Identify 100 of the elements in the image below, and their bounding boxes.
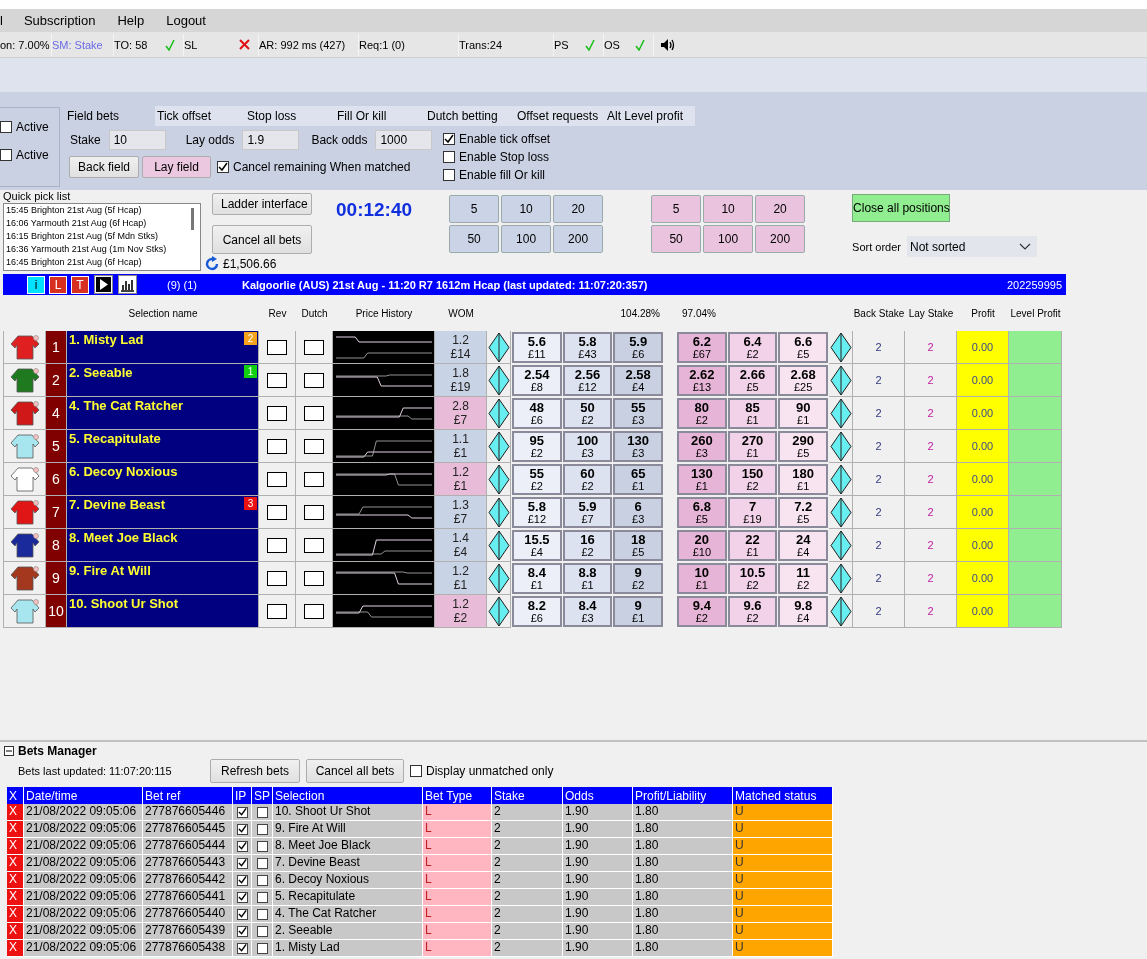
- back-stake-cell[interactable]: 2: [853, 463, 905, 496]
- rev-checkbox[interactable]: [267, 537, 287, 553]
- lay-stake-cell[interactable]: 2: [905, 463, 957, 496]
- unmatched-only-checkbox[interactable]: [410, 765, 422, 777]
- lay-price-cell[interactable]: 9.8 £4: [778, 596, 828, 627]
- collapse-icon[interactable]: [4, 746, 14, 756]
- chart-icon[interactable]: [118, 275, 137, 294]
- bets-action-button[interactable]: Cancel all bets: [306, 759, 404, 783]
- back-price-cell[interactable]: 18 £5: [613, 530, 663, 561]
- input-field[interactable]: 1000: [375, 130, 433, 150]
- runner-name[interactable]: 1. Misty Lad: [69, 332, 144, 347]
- lay-price-cell[interactable]: 6.2 £67: [677, 332, 727, 363]
- lay-price-cell[interactable]: 22 £1: [727, 530, 778, 561]
- active-checkbox[interactable]: [0, 121, 12, 133]
- diamond-icon[interactable]: [487, 331, 510, 363]
- race-list-item[interactable]: 16:36 Yarmouth 21st Aug (1m Nov Stks): [6, 243, 191, 256]
- menu-item[interactable]: Subscription: [23, 13, 118, 28]
- lay-price-cell[interactable]: 9.4 £2: [677, 596, 727, 627]
- cancel-bet-button[interactable]: X: [7, 821, 24, 838]
- lay-price-cell[interactable]: 2.66 £5: [727, 365, 778, 396]
- back-price-cell[interactable]: 9 £1: [613, 596, 663, 627]
- back-stake-cell[interactable]: 2: [853, 529, 905, 562]
- settings-tab[interactable]: Offset requests: [515, 106, 605, 126]
- cancel-all-bets-button[interactable]: Cancel all bets: [212, 225, 312, 254]
- back-price-cell[interactable]: 5.9 £6: [613, 332, 663, 363]
- cancel-bet-button[interactable]: X: [7, 940, 24, 957]
- back-stake-button[interactable]: 50: [449, 225, 500, 253]
- diamond-icon[interactable]: [829, 496, 852, 528]
- ip-checkbox[interactable]: [236, 840, 248, 852]
- dutch-checkbox[interactable]: [304, 372, 324, 388]
- rev-checkbox[interactable]: [267, 504, 287, 520]
- back-stake-button[interactable]: 200: [553, 225, 604, 253]
- cancel-bet-button[interactable]: X: [7, 906, 24, 923]
- race-list-item[interactable]: 16:15 Brighton 21st Aug (5f Mdn Stks): [6, 230, 191, 243]
- runner-name[interactable]: 2. Seeable: [69, 365, 133, 380]
- dutch-checkbox[interactable]: [304, 471, 324, 487]
- back-price-cell[interactable]: 100 £3: [562, 431, 613, 462]
- runner-name[interactable]: 10. Shoot Ur Shot: [69, 596, 179, 611]
- option-checkbox[interactable]: [443, 133, 455, 145]
- rev-checkbox[interactable]: [267, 471, 287, 487]
- diamond-icon[interactable]: [829, 595, 852, 627]
- cancel-remaining-checkbox[interactable]: [217, 161, 230, 173]
- rev-checkbox[interactable]: [267, 372, 287, 388]
- lay-price-cell[interactable]: 290 £5: [778, 431, 828, 462]
- diamond-icon[interactable]: [487, 397, 510, 429]
- caret-icon[interactable]: [1019, 242, 1031, 251]
- sp-checkbox[interactable]: [256, 908, 268, 920]
- back-price-cell[interactable]: 95 £2: [512, 431, 562, 462]
- lay-price-cell[interactable]: 9.6 £2: [727, 596, 778, 627]
- dutch-checkbox[interactable]: [304, 504, 324, 520]
- sp-checkbox[interactable]: [256, 857, 268, 869]
- lay-price-cell[interactable]: 7.2 £5: [778, 497, 828, 528]
- lay-price-cell[interactable]: 130 £1: [677, 464, 727, 495]
- back-stake-cell[interactable]: 2: [853, 397, 905, 430]
- back-price-cell[interactable]: 8.8 £1: [562, 563, 613, 594]
- settings-tab[interactable]: Dutch betting: [425, 106, 515, 126]
- runner-name-cell[interactable]: 4. The Cat Ratcher: [67, 397, 259, 430]
- menu-item[interactable]: Logout: [166, 13, 215, 28]
- runner-name-cell[interactable]: 10. Shoot Ur Shot: [67, 595, 259, 628]
- back-price-cell[interactable]: 65 £1: [613, 464, 663, 495]
- rev-checkbox[interactable]: [267, 570, 287, 586]
- menu-item[interactable]: Help: [117, 13, 167, 28]
- lay-stake-button[interactable]: 200: [755, 225, 806, 253]
- dutch-checkbox[interactable]: [304, 438, 324, 454]
- back-stake-button[interactable]: 100: [501, 225, 552, 253]
- runner-name[interactable]: 5. Recapitulate: [69, 431, 161, 446]
- sp-checkbox[interactable]: [256, 806, 268, 818]
- input-field[interactable]: 1.9: [242, 130, 300, 150]
- ip-checkbox[interactable]: [236, 857, 248, 869]
- dutch-checkbox[interactable]: [304, 405, 324, 421]
- lay-stake-cell[interactable]: 2: [905, 529, 957, 562]
- lay-price-cell[interactable]: 260 £3: [677, 431, 727, 462]
- lay-price-cell[interactable]: 10.5 £2: [727, 563, 778, 594]
- lay-stake-cell[interactable]: 2: [905, 331, 957, 364]
- rev-checkbox[interactable]: [267, 405, 287, 421]
- tool-button[interactable]: L: [49, 275, 67, 294]
- lay-price-cell[interactable]: 24 £4: [778, 530, 828, 561]
- back-stake-cell[interactable]: 2: [853, 364, 905, 397]
- back-price-cell[interactable]: 2.58 £4: [613, 365, 663, 396]
- back-price-cell[interactable]: 9 £2: [613, 563, 663, 594]
- active-checkbox[interactable]: [0, 149, 12, 161]
- lay-price-cell[interactable]: 85 £1: [727, 398, 778, 429]
- sp-checkbox[interactable]: [256, 925, 268, 937]
- sp-checkbox[interactable]: [256, 874, 268, 886]
- lay-price-cell[interactable]: 90 £1: [778, 398, 828, 429]
- back-price-cell[interactable]: 2.56 £12: [562, 365, 613, 396]
- runner-name-cell[interactable]: 6. Decoy Noxious: [67, 463, 259, 496]
- back-price-cell[interactable]: 5.9 £7: [562, 497, 613, 528]
- diamond-icon[interactable]: [487, 562, 510, 594]
- race-list-item[interactable]: 15:45 Brighton 21st Aug (5f Hcap): [6, 204, 191, 217]
- rev-checkbox[interactable]: [267, 438, 287, 454]
- settings-tab[interactable]: Tick offset: [155, 106, 245, 126]
- rev-checkbox[interactable]: [267, 339, 287, 355]
- tool-button[interactable]: i: [27, 275, 45, 294]
- ip-checkbox[interactable]: [236, 942, 248, 954]
- runner-name-cell[interactable]: 1. Misty Lad 2: [67, 331, 259, 364]
- sp-checkbox[interactable]: [256, 823, 268, 835]
- back-stake-button[interactable]: 10: [501, 195, 552, 223]
- diamond-icon[interactable]: [487, 496, 510, 528]
- runner-name[interactable]: 4. The Cat Ratcher: [69, 398, 184, 413]
